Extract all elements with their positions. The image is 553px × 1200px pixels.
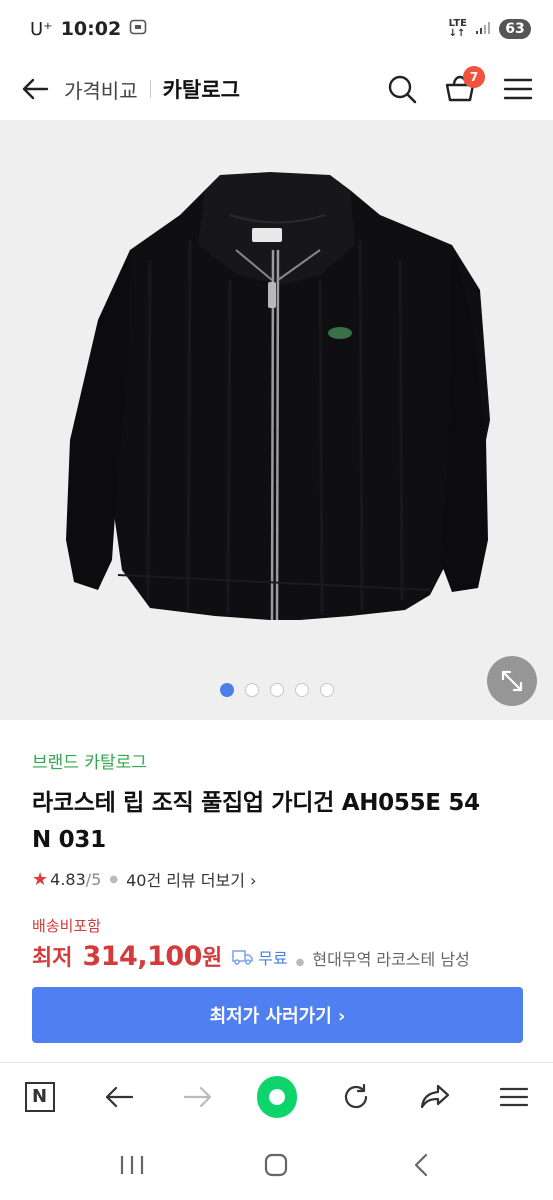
buy-lowest-price-button[interactable]: 최저가 사러가기 › [32,987,523,1043]
shipping-included-note: 배송비포함 [32,917,102,935]
recent-apps-icon [121,1156,144,1174]
rating-row: ★ 4.83 /5 ● 40건 리뷰 더보기 › [32,867,522,891]
status-bar: U⁺ 10:02 LTE ↓↑ 63 [0,0,553,58]
tab-price-compare[interactable]: 가격비교 [64,75,138,104]
truck-icon [232,950,253,965]
lte-indicator: LTE ↓↑ [449,19,467,39]
rating-max: /5 [85,869,102,889]
tab-catalog[interactable]: 카탈로그 [163,74,240,104]
seller-name[interactable]: 현대무역 라코스테 남성 [312,946,469,970]
status-right: LTE ↓↑ 63 [449,18,531,40]
carousel-dots [0,683,553,697]
app-header: 가격비교 카탈로그 7 [0,58,553,120]
header-actions: 7 [385,66,535,106]
data-arrows: ↓↑ [448,28,466,39]
browser-forward-button[interactable] [178,1077,218,1117]
price-value: 314,100 [82,941,202,972]
carousel-dot[interactable] [269,683,284,697]
cart-button[interactable]: 7 [443,66,485,106]
arrow-left-icon [22,78,49,100]
battery-indicator: 63 [499,19,531,39]
signal-icon [475,18,491,40]
naver-home-button[interactable]: N [20,1077,60,1117]
system-navigation-bar [0,1130,553,1200]
separator-dot: ● [295,957,305,968]
carrier-label: U⁺ [30,18,53,40]
home-button[interactable] [256,1145,296,1185]
product-title-line1: 라코스테 립 조직 풀집업 가디건 AH055E 54 [32,790,480,816]
refresh-icon [344,1083,367,1108]
share-button[interactable] [415,1077,455,1117]
price-unit: 원 [201,946,223,971]
browser-toolbar: N [0,1062,553,1130]
green-dot-icon [256,1075,297,1118]
product-title: 라코스테 립 조직 풀집업 가디건 AH055E 54 N 031 [32,785,522,859]
product-title-line2: N 031 [32,827,106,853]
expand-image-button[interactable] [487,656,537,706]
arrow-left-icon [105,1086,133,1107]
system-back-button[interactable] [401,1145,441,1185]
carousel-dot[interactable] [319,683,334,697]
star-icon: ★ [32,868,49,890]
separator-dot: ● [109,873,119,885]
clock: 10:02 [60,18,122,40]
brand-catalog-link[interactable]: 브랜드 카탈로그 [32,748,522,773]
hamburger-menu-icon [499,1087,528,1106]
arrow-right-icon [183,1086,211,1107]
price-row: 최저 314,100 원 무료 ● 현대무역 라코스테 남성 [32,940,522,972]
naver-n-icon: N [24,1081,55,1112]
search-button[interactable] [385,72,419,106]
status-left: U⁺ 10:02 [30,18,147,40]
hamburger-menu-icon [503,78,533,100]
back-button[interactable] [18,72,52,106]
recent-apps-button[interactable] [112,1145,152,1185]
green-dot-button[interactable] [256,1075,297,1118]
rating-value: 4.83 [50,869,86,889]
product-info: 브랜드 카탈로그 라코스테 립 조직 풀집업 가디건 AH055E 54 N 0… [32,748,522,972]
lowest-price-label: 최저 [32,946,73,971]
carousel-dot[interactable] [244,683,259,697]
free-shipping-label: 무료 [258,949,288,968]
free-shipping: 무료 [232,945,288,969]
chevron-left-icon [414,1153,427,1177]
cart-count-badge: 7 [463,66,485,88]
browser-back-button[interactable] [99,1077,139,1117]
product-image-gallery[interactable] [0,120,553,720]
browser-menu-button[interactable] [494,1077,534,1117]
cardigan-image [66,172,490,621]
home-square-icon [265,1153,288,1177]
tab-divider [149,80,151,98]
screenshot-icon [129,18,147,40]
carousel-dot[interactable] [294,683,309,697]
menu-button[interactable] [501,72,535,106]
search-icon [388,75,417,104]
refresh-button[interactable] [336,1077,376,1117]
review-more-link[interactable]: 40건 리뷰 더보기 › [126,867,256,891]
share-arrow-icon [420,1084,449,1108]
carousel-dot[interactable] [219,683,234,697]
